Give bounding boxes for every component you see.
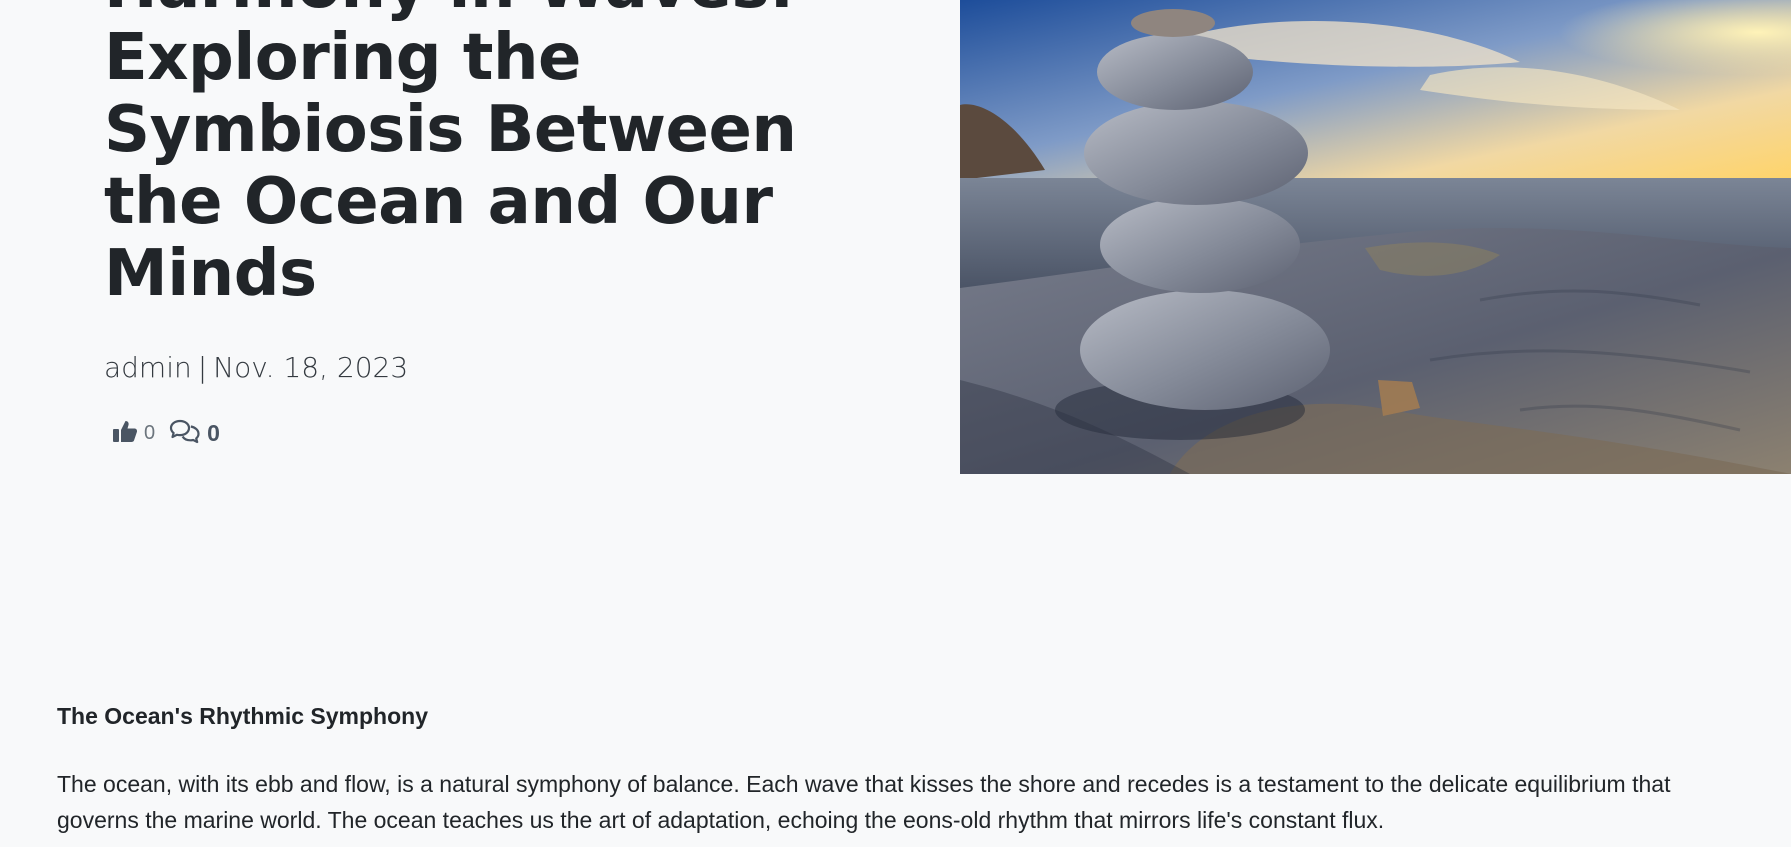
comment-count: 0 [207, 420, 220, 446]
like-count: 0 [144, 422, 156, 444]
comment-button[interactable]: 0 [169, 418, 220, 449]
engagement-bar: 0 0 [112, 418, 220, 449]
hero-image [960, 0, 1791, 474]
comments-icon [169, 418, 201, 449]
section-paragraph: The ocean, with its ebb and flow, is a n… [57, 771, 1671, 833]
post-meta: admin | Nov. 18, 2023 [104, 348, 408, 388]
post-author[interactable]: admin [104, 351, 192, 384]
stacked-stones-image [960, 0, 1791, 474]
section-heading: The Ocean's Rhythmic Symphony [57, 703, 428, 729]
post-title: Harmony in Waves: Exploring the Symbiosi… [104, 0, 797, 311]
like-button[interactable]: 0 [112, 419, 155, 448]
post-date: Nov. 18, 2023 [213, 351, 409, 384]
meta-separator: | [197, 351, 208, 384]
thumbs-up-icon [112, 419, 138, 448]
